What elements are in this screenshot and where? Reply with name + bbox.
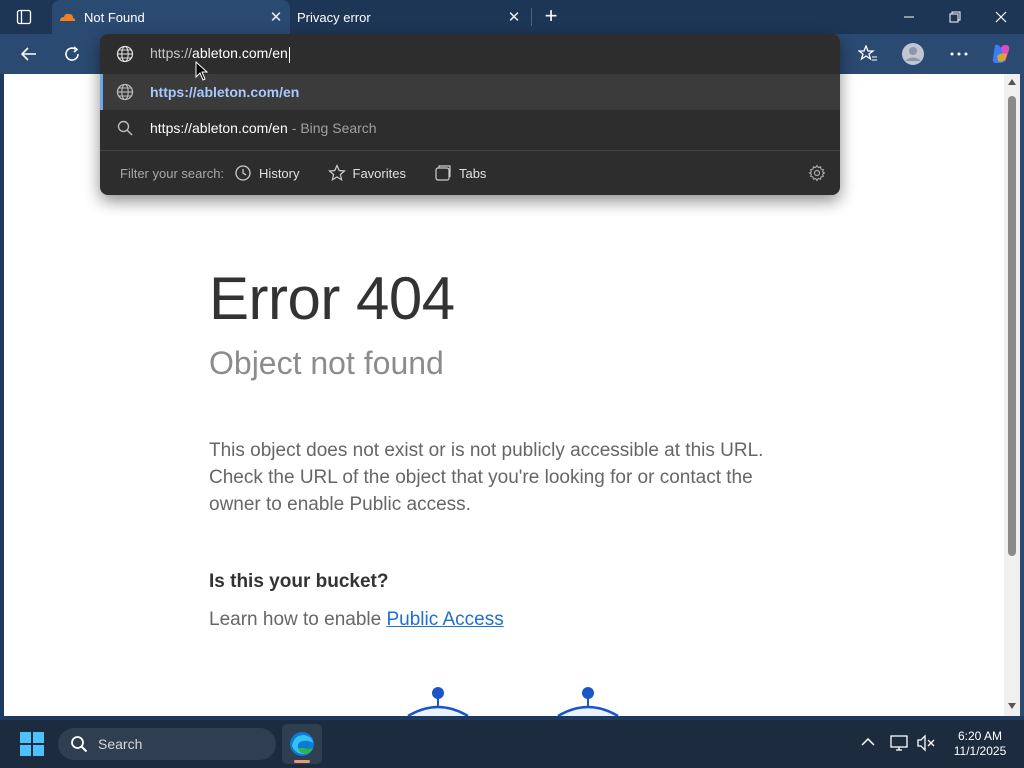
filter-history-button[interactable]: History xyxy=(234,164,300,182)
globe-icon xyxy=(100,83,150,101)
system-clock[interactable]: 6:20 AM 11/1/2025 xyxy=(945,729,1015,759)
error-description: This object does not exist or is not pub… xyxy=(209,437,769,518)
scroll-thumb[interactable] xyxy=(1008,96,1016,556)
address-bar-dropdown: https://ableton.com/en https://ableton.c… xyxy=(100,34,840,195)
filter-favorites-button[interactable]: Favorites xyxy=(327,164,406,182)
close-tab-icon[interactable]: ✕ xyxy=(500,3,528,31)
tab-actions-icon[interactable] xyxy=(8,5,40,29)
scroll-up-icon[interactable] xyxy=(1008,78,1016,86)
volume-muted-icon[interactable] xyxy=(916,734,936,757)
taskbar-search[interactable]: Search xyxy=(58,728,276,760)
tabs-icon xyxy=(435,165,451,181)
error-description-line: Check the URL of the object that you're … xyxy=(209,467,753,488)
address-text: https://ableton.com/en xyxy=(150,45,290,63)
filter-tabs-label: Tabs xyxy=(458,165,487,181)
clock-date: 11/1/2025 xyxy=(953,744,1007,758)
filter-history-label: History xyxy=(259,165,300,181)
bucket-question-heading: Is this your bucket? xyxy=(209,571,389,592)
edge-taskbar-button[interactable] xyxy=(282,724,322,764)
tab-privacy-error[interactable]: Privacy error ✕ xyxy=(290,0,528,34)
gear-icon[interactable] xyxy=(808,164,826,182)
search-filter-bar: Filter your search: History Favorites Ta… xyxy=(100,151,840,195)
search-icon xyxy=(100,120,150,136)
star-icon xyxy=(327,164,346,182)
history-icon xyxy=(235,165,251,181)
close-window-icon[interactable] xyxy=(978,0,1024,34)
clock-time: 6:20 AM xyxy=(957,729,1003,743)
suggestion-hint: - Bing Search xyxy=(291,120,377,136)
tab-not-found[interactable]: Not Found ✕ xyxy=(52,0,290,34)
network-icon[interactable] xyxy=(890,734,910,757)
search-icon xyxy=(71,736,88,753)
address-input[interactable]: https://ableton.com/en xyxy=(100,34,840,74)
vertical-scrollbar[interactable] xyxy=(1004,74,1020,716)
address-prefix: https:// xyxy=(150,45,193,62)
tab-title: Not Found xyxy=(84,9,145,25)
back-icon[interactable] xyxy=(13,40,43,68)
close-tab-icon[interactable]: ✕ xyxy=(262,3,290,31)
chevron-up-icon[interactable] xyxy=(860,734,876,755)
windows-start-icon[interactable] xyxy=(20,732,44,756)
error-description-line: This object does not exist or is not pub… xyxy=(209,440,764,461)
profile-avatar-icon[interactable] xyxy=(898,40,928,68)
error-subtitle: Object not found xyxy=(209,345,444,381)
restore-icon[interactable] xyxy=(932,0,978,34)
filter-tabs-button[interactable]: Tabs xyxy=(434,164,486,182)
scroll-down-icon[interactable] xyxy=(1008,702,1016,710)
window-border xyxy=(1020,74,1024,716)
learn-text: Learn how to enable Public Access xyxy=(209,609,504,631)
mouse-cursor-icon xyxy=(195,61,209,81)
edge-icon xyxy=(290,732,314,756)
favorites-icon[interactable] xyxy=(853,40,883,68)
suggestion-url-text: https://ableton.com/en xyxy=(150,84,300,100)
robot-illustration-icon xyxy=(557,687,619,716)
tab-strip: Not Found ✕ Privacy error ✕ + xyxy=(0,0,1024,34)
text-caret xyxy=(288,46,290,63)
filter-favorites-label: Favorites xyxy=(352,165,406,181)
public-access-link[interactable]: Public Access xyxy=(386,609,503,630)
robot-illustration-icon xyxy=(407,687,469,716)
copilot-icon[interactable] xyxy=(986,40,1016,68)
suggestion-query-text: https://ableton.com/en xyxy=(150,120,288,136)
suggestion-bing-search[interactable]: https://ableton.com/en - Bing Search xyxy=(100,110,840,146)
globe-icon xyxy=(100,45,150,63)
tab-title: Privacy error xyxy=(297,9,371,25)
taskbar: Search 6:20 AM 11/1/2025 xyxy=(0,720,1024,768)
active-app-indicator xyxy=(294,760,310,763)
error-title: Error 404 xyxy=(209,265,455,332)
error-description-line: owner to enable Public access. xyxy=(209,494,471,515)
address-host: ableton.com/en xyxy=(192,45,288,62)
filter-label: Filter your search: xyxy=(120,165,225,181)
more-options-icon[interactable] xyxy=(944,40,974,68)
minimize-icon[interactable] xyxy=(886,0,932,34)
tab-separator xyxy=(531,8,532,26)
suggestion-url[interactable]: https://ableton.com/en xyxy=(100,74,840,110)
learn-prefix: Learn how to enable xyxy=(209,609,387,630)
refresh-icon[interactable] xyxy=(57,40,87,68)
new-tab-button[interactable]: + xyxy=(538,4,564,30)
taskbar-search-label: Search xyxy=(98,736,143,752)
cloudflare-icon xyxy=(60,13,75,21)
